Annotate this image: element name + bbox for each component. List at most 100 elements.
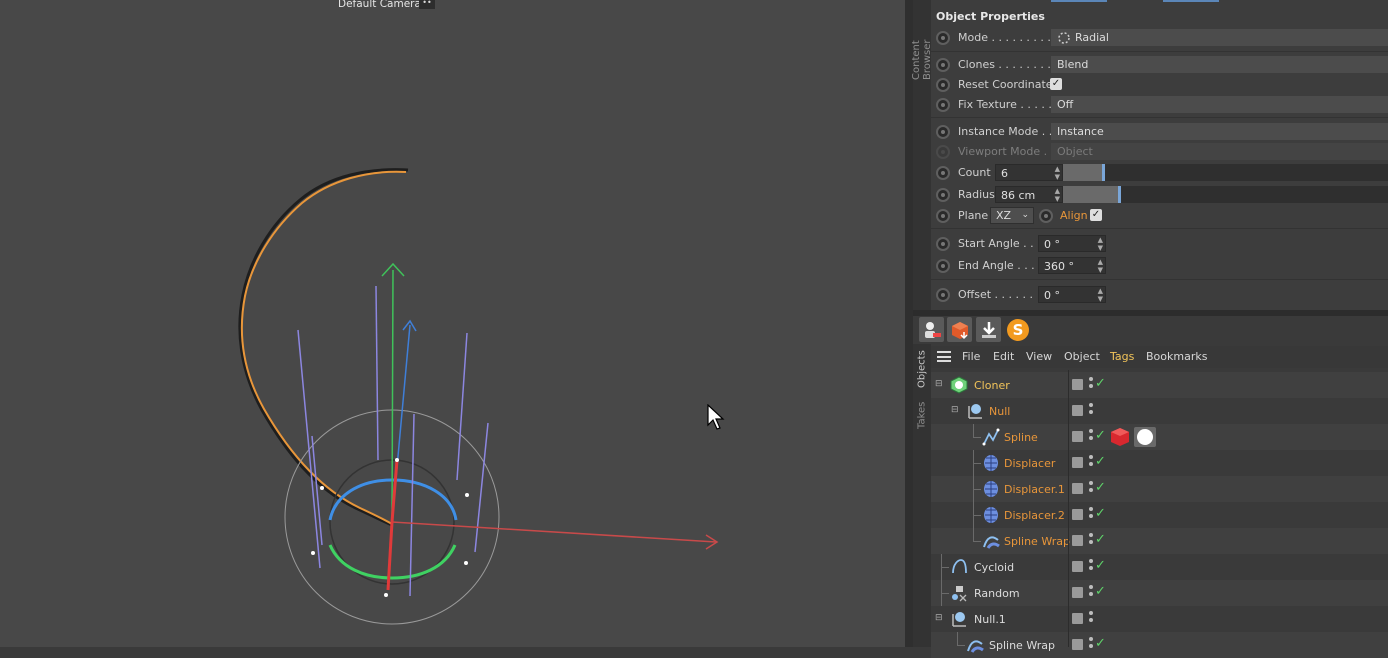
- 3d-viewport[interactable]: Default Camera ••: [0, 0, 905, 647]
- instance-mode-dropdown[interactable]: Instance: [1051, 123, 1388, 140]
- menu-view[interactable]: View: [1026, 350, 1052, 363]
- collapse-icon[interactable]: ⊟: [935, 613, 943, 623]
- collapse-icon[interactable]: ⊟: [935, 379, 943, 389]
- render-dots[interactable]: [1089, 377, 1093, 393]
- render-dots[interactable]: [1089, 637, 1093, 653]
- enabled-check-icon[interactable]: ✓: [1095, 376, 1106, 391]
- animate-radio[interactable]: [936, 31, 950, 45]
- render-dots[interactable]: [1089, 455, 1093, 471]
- collapse-icon[interactable]: ⊟: [951, 405, 959, 415]
- visibility-toggle[interactable]: [1072, 561, 1083, 572]
- enabled-check-icon[interactable]: ✓: [1095, 428, 1106, 443]
- enabled-check-icon[interactable]: ✓: [1095, 636, 1106, 651]
- animate-radio[interactable]: [936, 188, 950, 202]
- render-dots[interactable]: [1089, 533, 1093, 549]
- menu-bookmarks[interactable]: Bookmarks: [1146, 350, 1207, 363]
- animate-radio[interactable]: [936, 259, 950, 273]
- mode-dropdown[interactable]: Radial: [1051, 29, 1388, 46]
- stepper-icon[interactable]: ▲ ▼: [1055, 187, 1060, 203]
- stepper-icon[interactable]: ▲ ▼: [1098, 258, 1103, 274]
- enabled-check-icon[interactable]: ✓: [1095, 506, 1106, 521]
- material-tag-icon[interactable]: [1109, 427, 1131, 447]
- enabled-check-icon[interactable]: ✓: [1095, 454, 1106, 469]
- animate-radio[interactable]: [936, 125, 950, 139]
- visibility-toggle[interactable]: [1072, 483, 1083, 494]
- visibility-toggle[interactable]: [1072, 457, 1083, 468]
- visibility-toggle[interactable]: [1072, 405, 1083, 416]
- tree-row-cycloid[interactable]: Cycloid ✓: [931, 554, 1388, 580]
- count-input[interactable]: 6 ▲ ▼: [995, 164, 1063, 181]
- sphere-tag-icon[interactable]: [1134, 427, 1156, 447]
- render-dots[interactable]: [1089, 585, 1093, 601]
- visibility-toggle[interactable]: [1072, 587, 1083, 598]
- animate-radio[interactable]: [1039, 209, 1053, 223]
- visibility-toggle[interactable]: [1072, 613, 1083, 624]
- stepper-icon[interactable]: ▲ ▼: [1055, 165, 1060, 181]
- visibility-toggle[interactable]: [1072, 535, 1083, 546]
- cube-export-icon[interactable]: [947, 317, 972, 342]
- tree-row-spline-wrap[interactable]: Spline Wrap ✓: [931, 528, 1388, 554]
- render-dots[interactable]: [1089, 507, 1093, 523]
- menu-tags[interactable]: Tags: [1110, 350, 1134, 363]
- radius-input[interactable]: 86 cm ▲ ▼: [995, 186, 1063, 203]
- render-dots[interactable]: [1089, 481, 1093, 497]
- align-checkbox[interactable]: ✓: [1090, 209, 1102, 221]
- attribute-tab-indicator[interactable]: [1051, 0, 1107, 2]
- tree-row-displacer-2[interactable]: Displacer.2 ✓: [931, 502, 1388, 528]
- panel-divider[interactable]: [905, 0, 913, 647]
- radius-slider[interactable]: [1063, 186, 1388, 203]
- offset-input[interactable]: 0 ° ▲ ▼: [1038, 286, 1106, 303]
- fix-texture-dropdown[interactable]: Off: [1051, 96, 1388, 113]
- tree-row-null[interactable]: ⊟ Null: [931, 398, 1388, 424]
- animate-radio[interactable]: [936, 166, 950, 180]
- render-dots[interactable]: [1089, 429, 1093, 445]
- enabled-check-icon[interactable]: ✓: [1095, 532, 1106, 547]
- reset-coordinates-checkbox[interactable]: ✓: [1050, 78, 1062, 90]
- tree-row-spline-wrap-2[interactable]: Spline Wrap ✓: [931, 632, 1388, 658]
- s-plugin-icon[interactable]: S: [1005, 317, 1030, 342]
- visibility-toggle[interactable]: [1072, 431, 1083, 442]
- download-icon[interactable]: [976, 317, 1001, 342]
- visibility-toggle[interactable]: [1072, 509, 1083, 520]
- plane-select[interactable]: XZ ⌄: [990, 207, 1034, 224]
- start-angle-input[interactable]: 0 ° ▲ ▼: [1038, 235, 1106, 252]
- render-dots[interactable]: [1089, 403, 1093, 419]
- tab-objects[interactable]: Objects: [913, 345, 931, 393]
- tree-row-displacer-1[interactable]: Displacer.1 ✓: [931, 476, 1388, 502]
- clones-dropdown[interactable]: Blend: [1051, 56, 1388, 73]
- end-angle-input[interactable]: 360 ° ▲ ▼: [1038, 257, 1106, 274]
- tab-takes[interactable]: Takes: [913, 398, 931, 432]
- tree-row-spline[interactable]: Spline ✓: [931, 424, 1388, 450]
- menu-file[interactable]: File: [962, 350, 980, 363]
- animate-radio[interactable]: [936, 98, 950, 112]
- camera-label[interactable]: Default Camera: [338, 0, 421, 10]
- tree-row-displacer[interactable]: Displacer ✓: [931, 450, 1388, 476]
- menu-edit[interactable]: Edit: [993, 350, 1014, 363]
- animate-radio[interactable]: [936, 58, 950, 72]
- hamburger-menu-icon[interactable]: [937, 351, 951, 362]
- tree-row-cloner[interactable]: ⊟ Cloner ✓: [931, 372, 1388, 398]
- camera-icon[interactable]: ••: [419, 0, 435, 9]
- user-icon[interactable]: [919, 317, 944, 342]
- menu-object[interactable]: Object: [1064, 350, 1100, 363]
- tree-row-null-1[interactable]: ⊟ Null.1: [931, 606, 1388, 632]
- count-slider[interactable]: [1063, 164, 1388, 181]
- attribute-tab-indicator[interactable]: [1163, 0, 1219, 2]
- render-dots[interactable]: [1089, 559, 1093, 575]
- enabled-check-icon[interactable]: ✓: [1095, 584, 1106, 599]
- animate-radio[interactable]: [936, 209, 950, 223]
- slider-knob[interactable]: [1118, 186, 1121, 203]
- render-dots[interactable]: [1089, 611, 1093, 627]
- animate-radio[interactable]: [936, 78, 950, 92]
- animate-radio[interactable]: [936, 237, 950, 251]
- animate-radio[interactable]: [936, 288, 950, 302]
- enabled-check-icon[interactable]: ✓: [1095, 480, 1106, 495]
- slider-knob[interactable]: [1102, 164, 1105, 181]
- stepper-icon[interactable]: ▲ ▼: [1098, 236, 1103, 252]
- visibility-toggle[interactable]: [1072, 379, 1083, 390]
- stepper-icon[interactable]: ▲ ▼: [1098, 287, 1103, 303]
- enabled-check-icon[interactable]: ✓: [1095, 558, 1106, 573]
- tree-row-random[interactable]: Random ✓: [931, 580, 1388, 606]
- tab-content-browser[interactable]: Content Browser: [911, 0, 933, 80]
- visibility-toggle[interactable]: [1072, 639, 1083, 650]
